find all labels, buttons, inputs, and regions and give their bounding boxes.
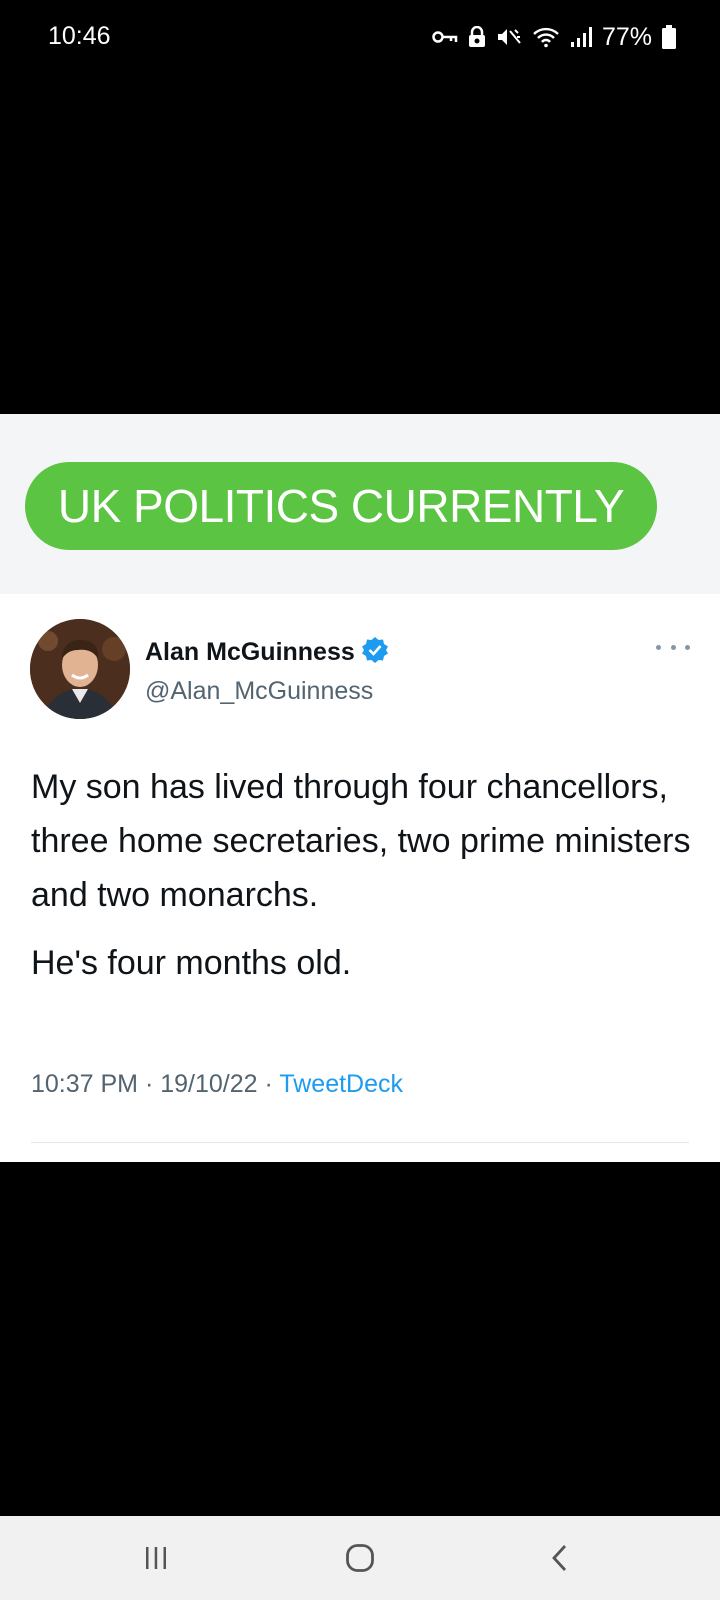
banner-band: UK POLITICS CURRENTLY: [0, 414, 720, 594]
secure-folder-icon: [468, 26, 486, 48]
status-bar: 10:46 77%: [0, 0, 720, 76]
tweet-card: Alan McGuinness @Alan_McGuinness My son …: [0, 594, 720, 1162]
mute-icon: [496, 26, 522, 48]
tweet-date[interactable]: 19/10/22: [160, 1070, 257, 1098]
wifi-icon: [532, 26, 560, 48]
banner-pill: UK POLITICS CURRENTLY: [25, 462, 657, 550]
tweet-text: My son has lived through four chancellor…: [31, 760, 691, 990]
navigation-bar: [0, 1516, 720, 1600]
battery-percent: 77%: [601, 22, 652, 51]
status-time: 10:46: [48, 22, 111, 50]
tweet-divider: [31, 1142, 689, 1143]
author-name-row: Alan McGuinness: [145, 636, 389, 669]
tweet-source[interactable]: TweetDeck: [279, 1070, 403, 1098]
signal-icon: [570, 26, 592, 48]
battery-icon: [662, 25, 676, 49]
meta-separator: ·: [264, 1070, 273, 1098]
vpn-key-icon: [432, 28, 458, 46]
tweet-paragraph-2: He's four months old.: [31, 944, 352, 982]
post-image: UK POLITICS CURRENTLY Alan McGuinness @A…: [0, 414, 720, 1162]
banner-text: UK POLITICS CURRENTLY: [57, 480, 625, 532]
back-button[interactable]: [530, 1540, 590, 1580]
status-icons: 77%: [432, 22, 676, 52]
tweet-time[interactable]: 10:37 PM: [31, 1070, 138, 1098]
verified-badge-icon: [361, 636, 389, 669]
author-name[interactable]: Alan McGuinness: [145, 638, 355, 667]
recent-apps-button[interactable]: [126, 1540, 186, 1580]
tweet-metadata: 10:37 PM · 19/10/22 · TweetDeck: [31, 1070, 403, 1099]
home-icon: [345, 1543, 375, 1578]
meta-separator: ·: [144, 1070, 154, 1098]
avatar: [30, 619, 130, 719]
home-button[interactable]: [330, 1540, 390, 1580]
back-icon: [550, 1543, 570, 1578]
recent-apps-icon: [143, 1545, 169, 1576]
tweet-author: Alan McGuinness @Alan_McGuinness: [145, 636, 389, 706]
more-options-icon[interactable]: [656, 642, 690, 652]
tweet-paragraph-1: My son has lived through four chancellor…: [31, 768, 691, 914]
author-handle[interactable]: @Alan_McGuinness: [145, 677, 389, 706]
